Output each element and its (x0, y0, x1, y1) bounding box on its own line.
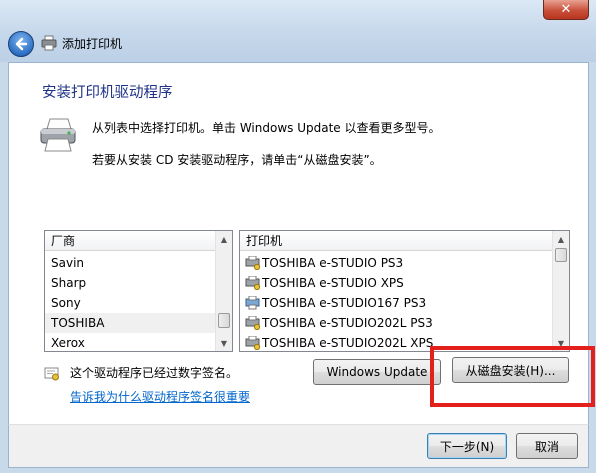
manufacturer-list[interactable]: 厂商 Savin Sharp Sony TOSHIBA Xerox ▲ ▼ (44, 230, 233, 352)
printer-scrollbar[interactable]: ▲ ▼ (552, 231, 569, 351)
certified-printer-icon (245, 336, 261, 350)
scroll-thumb[interactable] (218, 313, 230, 328)
certified-printer-icon (245, 316, 261, 330)
list-item[interactable]: Sony (45, 293, 217, 313)
scroll-thumb[interactable] (555, 248, 567, 262)
printer-icon (245, 296, 260, 310)
next-button[interactable]: 下一步(N) (427, 433, 507, 459)
title-bar: ✕ 添加打印机 (0, 0, 596, 62)
list-item[interactable]: Savin (45, 253, 217, 273)
manufacturer-list-header: 厂商 (45, 231, 217, 251)
certified-printer-icon (245, 276, 261, 290)
list-item[interactable]: TOSHIBA e-STUDIO167 PS3 (240, 293, 554, 313)
printer-icon (40, 118, 76, 152)
signature-info-link[interactable]: 告诉我为什么驱动程序签名很重要 (70, 388, 250, 405)
scroll-down-icon[interactable]: ▼ (553, 335, 569, 351)
printer-icon (41, 35, 57, 51)
list-item[interactable]: Sharp (45, 273, 217, 293)
instruction-text: 若要从安装 CD 安装驱动程序，请单击“从磁盘安装”。 (92, 153, 382, 167)
printer-list[interactable]: 打印机 TOSHIBA e-STUDIO PS3 TOSHIBA e-STUDI… (239, 230, 570, 352)
cancel-button[interactable]: 取消 (516, 433, 578, 459)
printer-list-header: 打印机 (240, 231, 554, 251)
list-item[interactable]: Xerox (45, 333, 217, 351)
certified-printer-icon (245, 256, 261, 270)
scroll-down-icon[interactable]: ▼ (216, 335, 232, 351)
list-item[interactable]: TOSHIBA e-STUDIO202L XPS (240, 333, 554, 351)
scroll-up-icon[interactable]: ▲ (553, 231, 569, 247)
have-disk-button[interactable]: 从磁盘安装(H)... (452, 357, 569, 383)
signed-driver-text: 这个驱动程序已经过数字签名。 (70, 366, 239, 380)
list-item[interactable]: TOSHIBA e-STUDIO202L PS3 (240, 313, 554, 333)
instruction-text: 从列表中选择打印机。单击 Windows Update 以查看更多型号。 (92, 121, 441, 135)
manufacturer-scrollbar[interactable]: ▲ ▼ (215, 231, 232, 351)
close-button[interactable]: ✕ (543, 0, 589, 20)
list-item[interactable]: TOSHIBA e-STUDIO XPS (240, 273, 554, 293)
wizard-title: 添加打印机 (62, 37, 123, 51)
list-item-selected[interactable]: TOSHIBA (45, 313, 217, 333)
back-arrow-icon[interactable] (8, 31, 34, 57)
windows-update-button[interactable]: Windows Update (313, 359, 441, 385)
certificate-icon (44, 367, 59, 381)
list-item[interactable]: TOSHIBA e-STUDIO PS3 (240, 253, 554, 273)
page-heading: 安装打印机驱动程序 (42, 85, 173, 101)
scroll-up-icon[interactable]: ▲ (216, 231, 232, 247)
